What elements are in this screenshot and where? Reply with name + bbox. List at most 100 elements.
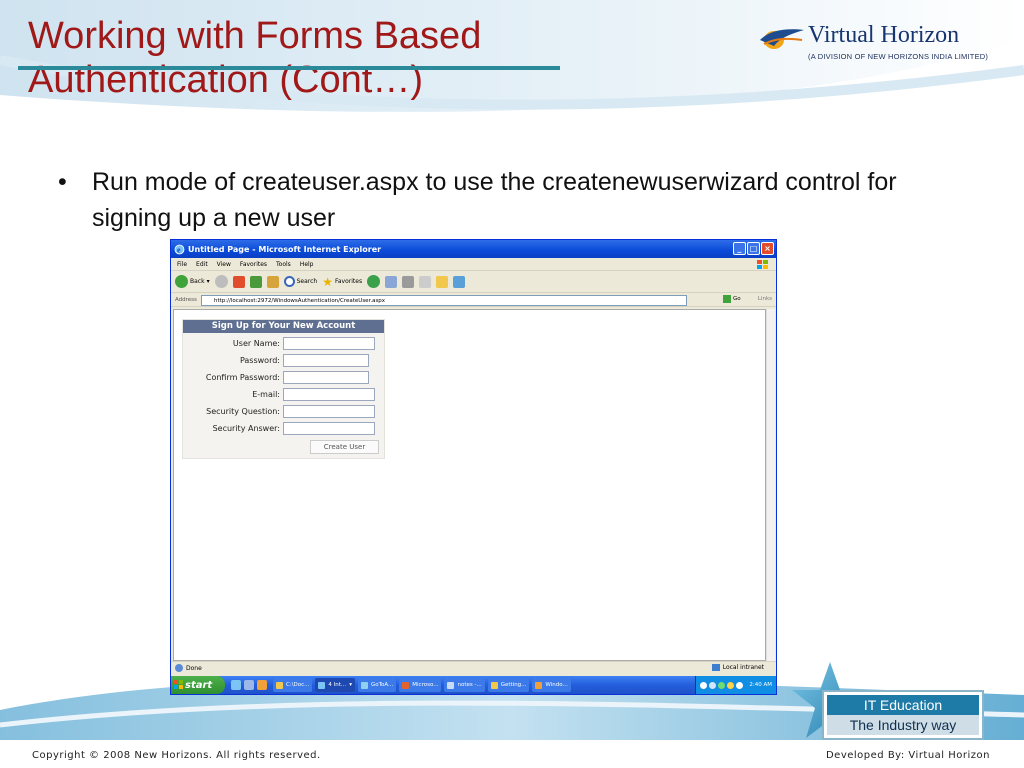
logo-name: Virtual Horizon [808,22,960,48]
slide-title: Working with Forms Based Authentication … [28,14,588,102]
start-label: start [185,679,213,691]
folder-icon [276,681,283,689]
menu-file[interactable]: File [177,261,187,268]
minimize-button[interactable]: _ [733,242,746,255]
task-item-gotoassist[interactable]: GoToA... [357,678,397,692]
footer-copyright: Copyright © 2008 New Horizons. All right… [32,750,321,761]
toolbar: Back ▾ Search ★ Favorites [171,271,776,293]
print-icon[interactable] [402,275,415,288]
bullet-symbol: • [58,168,67,196]
menu-tools[interactable]: Tools [276,261,291,268]
ie-browser-window: e Untitled Page - Microsoft Internet Exp… [170,239,777,695]
task-item-getting[interactable]: Getting... [487,678,530,692]
folder-icon[interactable] [436,275,449,288]
badge-bottom-text: The Industry way [827,715,979,735]
quick-launch [225,680,273,690]
menu-help[interactable]: Help [300,261,314,268]
search-icon [283,276,295,287]
ie-icon [318,681,326,689]
security-answer-field[interactable] [283,422,375,435]
task-item-notes[interactable]: notes -... [444,678,485,692]
window-title: Untitled Page - Microsoft Internet Explo… [188,244,382,254]
security-question-field[interactable] [283,405,375,418]
edit-icon[interactable] [419,275,432,288]
forward-button[interactable] [214,275,228,288]
password-label: Password: [239,356,280,365]
system-tray: 2:40 AM [695,676,776,694]
vertical-scrollbar[interactable] [766,309,775,661]
task-label: notes -... [457,682,482,688]
app-icon [535,681,543,689]
tray-icon[interactable] [727,681,735,689]
form-row-email: E-mail: [183,388,383,402]
star-icon: ★ [322,274,333,289]
address-input[interactable]: http://localhost:2972/WindowsAuthenticat… [201,295,687,306]
form-row-confirm-password: Confirm Password: [183,371,383,385]
go-label: Go [733,296,741,302]
slide-title-line1: Working with Forms Based [28,15,482,57]
status-bar: Done Local intranet [171,661,776,674]
bird-logo-icon [760,29,804,49]
home-icon[interactable] [266,275,279,288]
address-url: http://localhost:2972/WindowsAuthenticat… [214,297,386,304]
form-row-security-question: Security Question: [183,405,383,419]
zone-label: Local intranet [722,664,764,671]
create-user-button[interactable]: Create User [310,440,379,454]
powerpoint-icon [402,681,410,689]
refresh-icon[interactable] [249,275,262,288]
tray-icon[interactable] [718,681,726,689]
task-label: 4 Int... [328,682,347,688]
favorites-label: Favorites [334,278,363,285]
intranet-icon [711,664,720,671]
go-button[interactable]: Go [723,295,741,303]
menu-favorites[interactable]: Favorites [240,261,267,268]
close-button[interactable]: × [761,242,774,255]
task-label: Microso... [412,682,439,688]
links-label[interactable]: Links [758,296,772,302]
form-row-username: User Name: [183,337,383,351]
search-button[interactable]: Search [283,276,318,287]
password-field[interactable] [283,354,369,367]
window-titlebar[interactable]: e Untitled Page - Microsoft Internet Exp… [171,240,776,258]
menu-bar: File Edit View Favorites Tools Help [171,258,776,271]
ie-quicklaunch-icon[interactable] [231,680,241,690]
back-label: Back [190,278,205,285]
title-underline [18,66,560,70]
virtual-horizon-logo: Virtual Horizon (A DIVISION OF NEW HORIZ… [756,18,996,68]
username-field[interactable] [283,337,375,350]
menu-view[interactable]: View [217,261,231,268]
address-bar: Address http://localhost:2972/WindowsAut… [171,293,776,307]
security-answer-label: Security Answer: [212,424,280,433]
stop-icon[interactable] [232,275,245,288]
media-quicklaunch-icon[interactable] [257,680,267,690]
confirm-password-field[interactable] [283,371,369,384]
mail-icon[interactable] [385,275,398,288]
task-item-ie[interactable]: 4 Int... ▾ [315,678,355,692]
bullet-text: Run mode of createuser.aspx to use the c… [92,168,897,232]
windows-taskbar: start C:\Doc... 4 Int... ▾ GoToA... Micr… [171,676,776,694]
footer-developer: Developed By: Virtual Horizon [825,750,990,761]
messenger-icon[interactable] [453,275,466,288]
search-label: Search [296,278,318,285]
maximize-button[interactable]: □ [747,242,760,255]
slide-title-line2: Authentication (Cont…) [28,59,423,101]
desktop-quicklaunch-icon[interactable] [244,680,254,690]
task-item-microsoft[interactable]: Microso... [399,678,442,692]
task-item-windows[interactable]: Windo... [532,678,571,692]
badge-top-text: IT Education [827,695,979,715]
back-button[interactable]: Back ▾ [175,275,210,288]
email-field[interactable] [283,388,375,401]
address-label: Address [175,296,197,303]
task-label: C:\Doc... [286,682,310,688]
menu-edit[interactable]: Edit [196,261,208,268]
favorites-button[interactable]: ★ Favorites [322,275,362,289]
clock[interactable]: 2:40 AM [749,682,772,688]
task-item-explorer[interactable]: C:\Doc... [273,678,313,692]
history-icon[interactable] [367,275,381,288]
form-row-password: Password: [183,354,383,368]
tray-icon[interactable] [709,681,717,689]
tray-icon[interactable] [700,681,708,689]
ie-logo-icon: e [174,244,185,254]
tray-icon[interactable] [736,681,744,689]
start-button[interactable]: start [171,676,225,694]
